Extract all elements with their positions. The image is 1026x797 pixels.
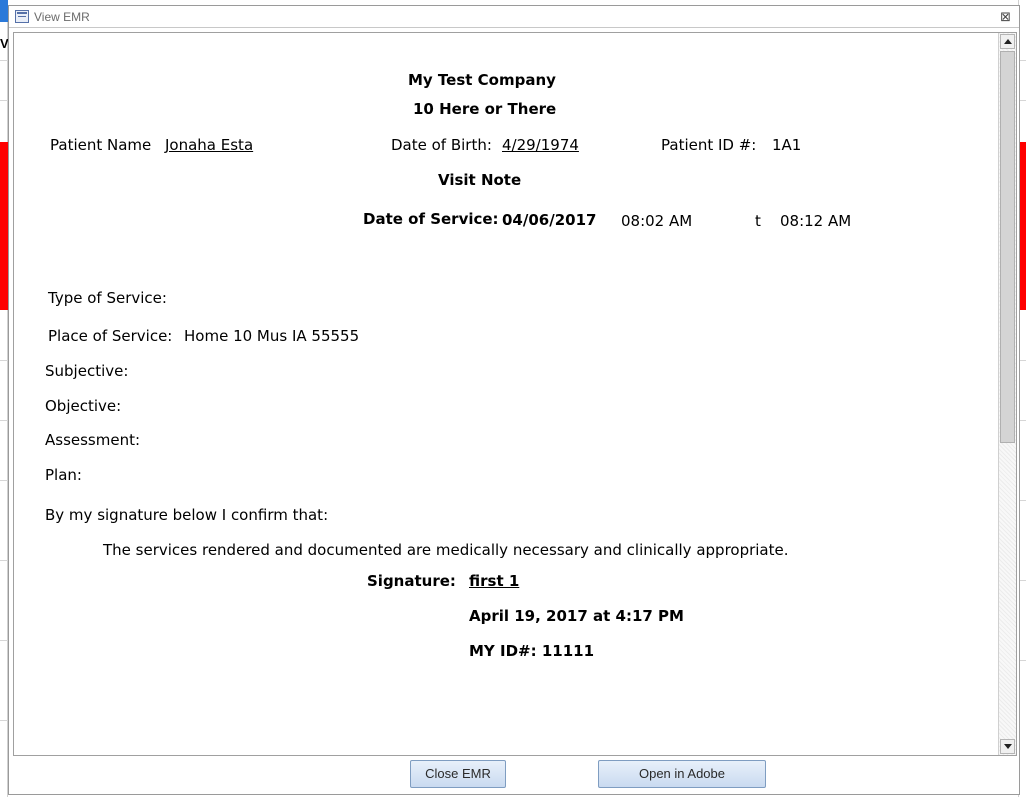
background-gridline — [0, 360, 8, 361]
signature-date: April 19, 2017 at 4:17 PM — [469, 607, 684, 625]
patient-id-label: Patient ID #: — [661, 136, 757, 154]
title-bar[interactable]: View EMR ⊠ — [9, 6, 1019, 28]
dob-value: 4/29/1974 — [502, 136, 579, 154]
background-gridline — [1019, 100, 1026, 101]
confirm-statement: The services rendered and documented are… — [103, 541, 789, 559]
signer-id: MY ID#: 11111 — [469, 642, 595, 660]
signature-label: Signature: — [367, 572, 456, 590]
background-app-tab — [0, 0, 8, 22]
background-gridline — [0, 420, 8, 421]
background-gridline — [1019, 420, 1026, 421]
background-red-bar — [1019, 142, 1026, 310]
background-gridline — [1019, 660, 1026, 661]
plan-label: Plan: — [45, 466, 82, 484]
company-name: My Test Company — [408, 71, 556, 89]
background-gridline — [1019, 500, 1026, 501]
background-gridline — [0, 720, 8, 721]
scroll-up-icon[interactable] — [1000, 34, 1015, 49]
time-separator: t — [755, 212, 761, 230]
emr-report: My Test Company 10 Here or There Patient… — [14, 33, 998, 755]
confirm-intro: By my signature below I confirm that: — [45, 506, 329, 524]
dob-label: Date of Birth: — [391, 136, 492, 154]
company-address: 10 Here or There — [413, 100, 557, 118]
time-end: 08:12 AM — [780, 212, 852, 230]
emr-report-viewer: My Test Company 10 Here or There Patient… — [13, 32, 1017, 756]
date-of-service-value: 04/06/2017 — [502, 211, 597, 229]
background-gridline — [0, 640, 8, 641]
patient-name-label: Patient Name — [50, 136, 152, 154]
vertical-scrollbar[interactable] — [998, 33, 1016, 755]
background-gridline — [0, 560, 8, 561]
background-gridline — [1019, 60, 1026, 61]
type-of-service-label: Type of Service: — [48, 289, 167, 307]
time-start: 08:02 AM — [621, 212, 693, 230]
subjective-label: Subjective: — [45, 362, 129, 380]
open-in-adobe-button[interactable]: Open in Adobe — [598, 760, 766, 788]
scroll-thumb[interactable] — [1000, 51, 1015, 443]
background-gridline — [1019, 360, 1026, 361]
date-of-service-label: Date of Service: — [363, 210, 499, 228]
form-icon — [15, 10, 29, 23]
signature-name: first 1 — [469, 572, 520, 590]
close-icon[interactable]: ⊠ — [1000, 9, 1011, 25]
place-of-service-label: Place of Service: — [48, 327, 173, 345]
close-emr-button[interactable]: Close EMR — [410, 760, 506, 788]
objective-label: Objective: — [45, 397, 122, 415]
patient-id-value: 1A1 — [772, 136, 802, 154]
background-gridline — [0, 480, 8, 481]
background-gridline — [0, 100, 8, 101]
background-gridline — [0, 60, 8, 61]
background-gridline — [1019, 580, 1026, 581]
scroll-down-icon[interactable] — [1000, 739, 1015, 754]
view-emr-dialog: View EMR ⊠ My Test Company 10 Here or Th… — [8, 5, 1020, 795]
note-title: Visit Note — [438, 171, 522, 189]
background-red-bar — [0, 142, 8, 310]
assessment-label: Assessment: — [45, 431, 141, 449]
window-title: View EMR — [34, 10, 90, 24]
background-app-left: V — [0, 0, 9, 797]
patient-name-value: Jonaha Esta — [165, 136, 254, 154]
place-of-service-value: Home 10 Mus IA 55555 — [184, 327, 360, 345]
